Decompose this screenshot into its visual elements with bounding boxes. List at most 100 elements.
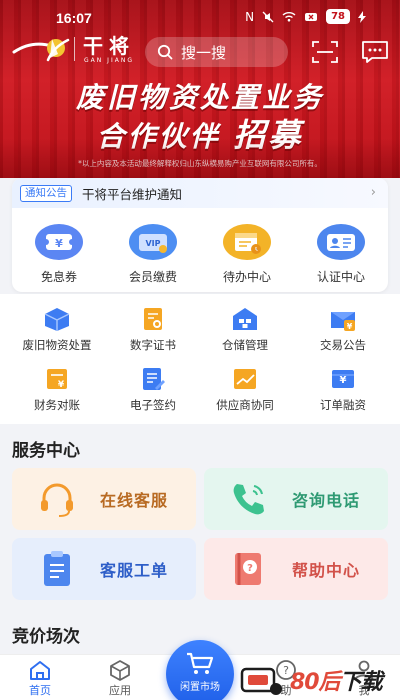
grid-digital-cert-label: 数字证书 [130,338,176,352]
grid-trade-notice-label: 交易公告 [320,338,366,352]
service-online-support[interactable]: 在线客服 [12,468,196,530]
grid-finance[interactable]: ¥ 财务对账 [10,366,104,413]
coupon-icon: ¥ [35,224,83,260]
banner-disclaimer: *以上内容及本活动最终解释权归山东纵横易购产业互联网有限公司所有。 [78,159,322,168]
notice-tag: 通知公告 [20,184,72,202]
grid-trade-notice[interactable]: ¥ 交易公告 [296,306,390,353]
brand-name-cn: 干将 [83,33,135,58]
status-time: 16:07 [56,10,92,26]
svg-text:¥: ¥ [340,375,347,386]
quick-coupon-label: 免息券 [40,270,77,284]
grid-scrap-disposal-label: 废旧物资处置 [22,338,92,352]
scan-icon[interactable] [312,40,338,64]
watermark-text: 80后下载 [290,664,383,696]
grid-digital-cert[interactable]: 数字证书 [106,306,200,353]
announcement-icon: ¥ [331,312,355,331]
grid-supplier[interactable]: 供应商协同 [198,366,292,413]
quick-todo[interactable]: 待办中心 [200,222,294,286]
nfc-icon: N [245,9,255,24]
banner-headline-2: 合作伙伴 招募 [0,110,400,156]
watermark-text-a: 80后 [290,670,341,695]
home-icon [30,661,50,680]
svg-text:?: ? [247,563,253,574]
banner-headline-2a: 合作伙伴 [96,120,221,153]
todo-calendar-icon [223,224,271,260]
mute-icon [262,11,274,22]
battery-saver-icon [305,12,318,21]
brand-mark-icon [12,38,70,62]
watermark-logo-icon [240,667,282,695]
service-ticket[interactable]: 客服工单 [12,538,196,600]
svg-text:¥: ¥ [58,380,65,390]
id-card-icon [317,224,365,260]
svg-text:¥: ¥ [55,237,63,250]
service-help-center[interactable]: ? 帮助中心 [204,538,388,600]
grid-scrap-disposal[interactable]: 废旧物资处置 [10,306,104,353]
grid-warehouse-label: 仓储管理 [222,338,268,352]
message-icon[interactable] [361,40,389,64]
grid-order-finance-label: 订单融资 [320,398,366,412]
function-grid: 废旧物资处置 数字证书 仓储管理 ¥ 交易公告 ¥ 财务对账 电子签约 供应商协… [0,294,400,424]
certificate-icon [144,308,162,330]
vip-card-icon: VIP [129,224,177,260]
nav-idle-market-label: 闲置市场 [180,682,220,693]
cart-icon [187,652,214,674]
battery-level: 78 [326,9,350,24]
search-bar[interactable]: 搜一搜 [145,37,288,67]
search-placeholder: 搜一搜 [181,43,227,62]
service-help-center-label: 帮助中心 [292,561,361,580]
service-hotline[interactable]: 咨询电话 [204,468,388,530]
nav-home-label: 首页 [29,684,51,697]
charging-icon [358,10,366,23]
grid-e-sign-label: 电子签约 [130,398,176,412]
banner-headline-2b: 招募 [233,116,304,154]
supplier-chart-icon [234,369,256,389]
box-icon [44,308,70,331]
clipboard-icon [44,551,70,586]
order-finance-icon: ¥ [332,370,354,388]
grid-order-finance[interactable]: ¥ 订单融资 [296,366,390,413]
status-icons: N 78 [245,9,366,24]
quick-todo-label: 待办中心 [222,270,271,284]
nav-idle-market[interactable]: 闲置市场 [166,640,234,700]
help-book-icon: ? [235,553,261,585]
warehouse-icon [233,308,257,330]
quick-membership[interactable]: VIP 会员缴费 [106,222,200,286]
notice-text: 干将平台维护通知 [82,186,183,202]
service-online-support-label: 在线客服 [100,491,169,510]
watermark: 80后下载 [240,660,400,700]
nav-apps-label: 应用 [109,684,131,697]
e-sign-icon [143,368,165,390]
status-bar: 16:07 N 78 [0,0,400,36]
grid-warehouse[interactable]: 仓储管理 [198,306,292,353]
wifi-icon [282,12,296,22]
grid-e-sign[interactable]: 电子签约 [106,366,200,413]
brand-logo[interactable]: 干将 GAN JIANG [12,34,135,64]
nav-apps[interactable]: 应用 [90,659,150,698]
quick-verify[interactable]: 认证中心 [294,222,388,286]
service-hotline-label: 咨询电话 [292,491,361,510]
nav-home[interactable]: 首页 [10,659,70,698]
service-center-title: 服务中心 [12,441,80,461]
headset-icon [41,483,73,517]
quick-card: 通知公告 干将平台维护通知 › ¥ 免息券 VIP 会员缴费 待办中心 认证中心 [12,178,388,292]
service-ticket-label: 客服工单 [100,561,169,580]
header-banner: 16:07 N 78 干将 GAN JIANG 搜一搜 废旧物资处置业务 合作伙… [0,0,400,178]
grid-finance-label: 财务对账 [34,398,80,412]
notice-bar[interactable]: 通知公告 干将平台维护通知 › [12,178,388,208]
watermark-text-b: 下载 [339,670,383,695]
apps-cube-icon [110,660,130,681]
quick-verify-label: 认证中心 [316,270,365,284]
quick-coupon[interactable]: ¥ 免息券 [12,222,106,286]
brand-name-en: GAN JIANG [84,56,134,64]
svg-text:VIP: VIP [145,239,160,248]
svg-text:¥: ¥ [347,322,353,331]
phone-icon [233,484,264,515]
chevron-right-icon: › [370,185,376,200]
grid-supplier-label: 供应商协同 [216,398,274,412]
finance-icon: ¥ [47,369,67,390]
auction-title: 竞价场次 [12,627,80,647]
search-icon [157,44,173,60]
brand-divider [74,37,75,61]
quick-membership-label: 会员缴费 [128,270,177,284]
